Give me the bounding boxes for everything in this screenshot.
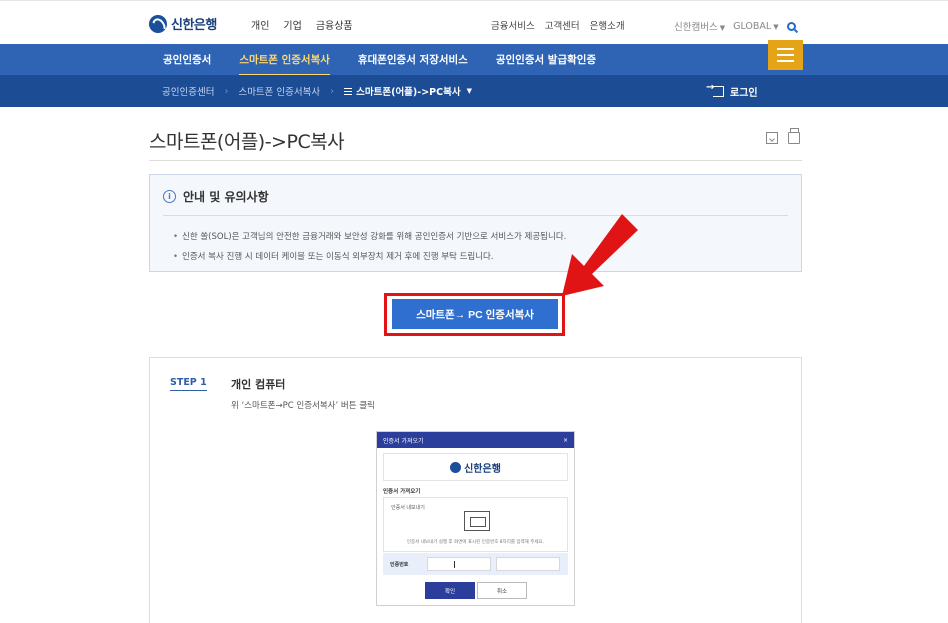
- close-icon: ×: [562, 436, 568, 444]
- top-nav-products[interactable]: 금융상품: [316, 17, 353, 32]
- info-icon: i: [163, 190, 176, 203]
- notice-box: i 안내 및 유의사항 신한 쏠(SOL)은 고객님의 안전한 금융거래와 보안…: [149, 174, 802, 272]
- campus-link[interactable]: 신한캠버스 ▼: [674, 19, 725, 33]
- util-link-services[interactable]: 금융서비스: [491, 18, 535, 32]
- brand-name: 신한은행: [171, 18, 217, 33]
- login-button[interactable]: 로그인: [706, 75, 758, 107]
- step-description: 위 ‘스마트폰→PC 인증서복사’ 버튼 클릭: [231, 401, 375, 411]
- main-nav: 공인인증서 스마트폰 인증서복사 휴대폰인증서 저장서비스 공인인증서 발급확인…: [0, 44, 948, 76]
- main-nav-item-certificate[interactable]: 공인인증서: [163, 52, 211, 67]
- breadcrumb-current-dropdown[interactable]: 스마트폰(어플)->PC복사 ▼: [344, 84, 472, 98]
- breadcrumb: 공인인증센터 › 스마트폰 인증서복사 › 스마트폰(어플)->PC복사 ▼: [162, 75, 472, 107]
- step-label: STEP 1: [170, 377, 207, 391]
- dialog-code-row: 인증번호: [383, 553, 568, 575]
- dialog-title: 인증서 가져오기: [383, 437, 424, 445]
- main-nav-item-phone-storage[interactable]: 휴대폰인증서 저장서비스: [358, 52, 468, 67]
- chevron-down-icon: ▼: [719, 24, 726, 32]
- dialog-panel-title: 인증서 내보내기: [391, 505, 425, 511]
- dialog-cancel-button: 취소: [477, 582, 527, 599]
- top-nav-corporate[interactable]: 기업: [283, 17, 301, 32]
- breadcrumb-bar: 공인인증센터 › 스마트폰 인증서복사 › 스마트폰(어플)->PC복사 ▼ 로…: [0, 75, 948, 107]
- page-title: 스마트폰(어플)->PC복사: [149, 131, 345, 153]
- chevron-down-icon: ▼: [466, 87, 472, 95]
- hamburger-menu-button[interactable]: [768, 40, 803, 70]
- main-nav-item-issue-confirm[interactable]: 공인인증서 발급확인증: [496, 52, 596, 67]
- top-nav-personal[interactable]: 개인: [251, 17, 269, 32]
- util-link-about[interactable]: 은행소개: [590, 18, 625, 32]
- title-divider: [149, 160, 802, 161]
- save-icon[interactable]: [766, 132, 778, 144]
- smartphone-to-pc-copy-button[interactable]: 스마트폰→ PC 인증서복사: [392, 299, 558, 329]
- top-right-links: 신한캠버스 ▼ GLOBAL ▼: [674, 19, 796, 33]
- dialog-screenshot: 인증서 가져오기 × 신한은행 인증서 가져오기 인증서 내보내기 인증서 내보…: [376, 431, 575, 606]
- notice-heading: i 안내 및 유의사항: [163, 188, 269, 205]
- code-field: [427, 557, 491, 571]
- page-tools: [766, 128, 800, 144]
- hamburger-icon: [777, 48, 794, 50]
- dialog-logo: 신한은행: [383, 453, 568, 481]
- code-field: [496, 557, 560, 571]
- main-nav-items: 공인인증서 스마트폰 인증서복사 휴대폰인증서 저장서비스 공인인증서 발급확인…: [163, 44, 596, 76]
- shinhan-logo-icon: [450, 461, 462, 473]
- global-link[interactable]: GLOBAL ▼: [733, 21, 779, 32]
- print-icon[interactable]: [788, 128, 800, 144]
- dialog-titlebar: 인증서 가져오기 ×: [377, 432, 574, 448]
- dialog-section-title: 인증서 가져오기: [383, 489, 421, 495]
- search-icon[interactable]: [786, 21, 796, 31]
- util-link-customer[interactable]: 고객센터: [545, 18, 580, 32]
- breadcrumb-item-smartphone-copy[interactable]: 스마트폰 인증서복사: [238, 84, 320, 98]
- step-title: 개인 컴퓨터: [231, 378, 286, 391]
- certificate-export-icon: [464, 511, 490, 531]
- list-icon: [344, 87, 353, 95]
- chevron-right-icon: ›: [224, 85, 229, 97]
- breadcrumb-item-cert-center[interactable]: 공인인증센터: [162, 84, 214, 98]
- login-label: 로그인: [730, 87, 758, 99]
- top-utility-bar: 신한은행 개인 기업 금융상품 금융서비스 고객센터 은행소개 신한캠버스 ▼ G…: [0, 0, 948, 44]
- main-nav-item-smartphone-copy[interactable]: 스마트폰 인증서복사: [239, 52, 330, 76]
- notice-divider: [163, 215, 788, 216]
- login-icon: [706, 82, 724, 97]
- shinhan-logo-icon: [149, 14, 167, 33]
- brand-logo[interactable]: 신한은행: [149, 14, 217, 33]
- breadcrumb-current-label: 스마트폰(어플)->PC복사: [356, 87, 461, 98]
- dialog-ok-button: 확인: [425, 582, 475, 599]
- chevron-right-icon: ›: [330, 85, 335, 97]
- code-label: 인증번호: [390, 562, 409, 568]
- top-utility-links: 금융서비스 고객센터 은행소개: [491, 18, 625, 32]
- dialog-panel: 인증서 내보내기 인증서 내보내기 실행 후 화면에 표시된 인증번호 8자리를…: [383, 497, 568, 552]
- dialog-panel-text: 인증서 내보내기 실행 후 화면에 표시된 인증번호 8자리를 입력해 주세요.: [406, 540, 545, 545]
- chevron-down-icon: ▼: [773, 22, 779, 31]
- top-nav: 개인 기업 금융상품: [251, 17, 353, 32]
